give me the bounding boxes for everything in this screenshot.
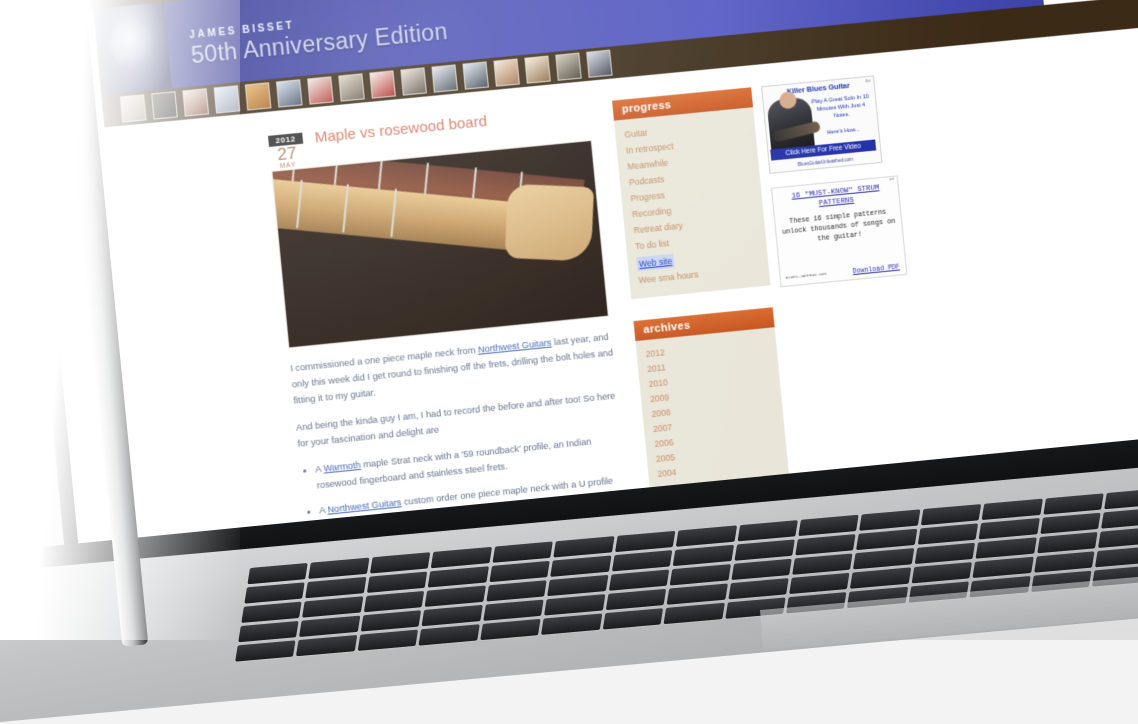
thumbnail[interactable] — [493, 58, 520, 87]
post-date-badge: 2012 27 MAY — [267, 132, 306, 171]
thumbnail[interactable] — [275, 79, 303, 108]
ad-body-text: Play A Great Solo In 10 Minutes With Jus… — [811, 93, 870, 120]
thumbnail[interactable] — [151, 91, 178, 120]
sidebar-item-web-site[interactable]: Web site — [636, 253, 675, 272]
ad-killer-blues-guitar[interactable]: Ad Killer Blues Guitar Play A Great Solo… — [761, 75, 883, 174]
thumbnail[interactable] — [244, 82, 272, 111]
laptop-photo: Does anyone know why... Daring Fireball:… — [0, 0, 1138, 724]
thumbnail[interactable] — [307, 76, 334, 105]
ad-label: Ad — [865, 77, 871, 84]
headstock — [504, 183, 595, 262]
link-northwest-guitars[interactable]: Northwest Guitars — [477, 337, 551, 354]
portrait-panel — [93, 2, 172, 96]
post-photo-guitar-necks[interactable] — [271, 139, 609, 349]
ad-strum-patterns[interactable]: Ad 16 "MUST-KNOW" STRUM PATTERNS These 1… — [770, 175, 908, 288]
thumbnail[interactable] — [586, 49, 613, 78]
link-warmoth[interactable]: Warmoth — [323, 460, 361, 474]
portrait-photo — [93, 2, 172, 96]
widget-archives: archives 2012 2011 2010 2009 2008 2007 2… — [633, 307, 790, 493]
ad2-body: These 16 simple patterns unlock thousand… — [781, 208, 896, 244]
ad-body-text-2: Here's How... — [826, 126, 861, 137]
ad2-download-link[interactable]: Download PDF — [852, 263, 900, 275]
thumbnail[interactable] — [431, 64, 458, 93]
ad2-domain: BLUES-JAMTRAX.COM — [785, 272, 827, 281]
thumbnail[interactable] — [119, 94, 147, 123]
widget-progress: progress Guitar In retrospect Meanwhile … — [612, 87, 771, 300]
thumbnail[interactable] — [462, 61, 489, 90]
widget-progress-list: Guitar In retrospect Meanwhile Podcasts … — [613, 107, 771, 300]
ad-label-2: Ad — [889, 177, 895, 183]
thumbnail[interactable] — [555, 52, 582, 81]
thumbnail[interactable] — [369, 70, 396, 99]
widget-archives-list: 2012 2011 2010 2009 2008 2007 2006 2005 … — [635, 327, 790, 493]
thumbnail[interactable] — [338, 73, 365, 102]
thumbnail[interactable] — [213, 85, 241, 114]
ad-body: Play A Great Solo In 10 Minutes With Jus… — [809, 93, 874, 139]
thumbnail[interactable] — [182, 88, 210, 117]
thumbnail[interactable] — [524, 55, 551, 84]
banner-text: JAMES BISSET 50th Anniversary Edition — [189, 6, 449, 69]
thumbnail[interactable] — [400, 67, 427, 96]
